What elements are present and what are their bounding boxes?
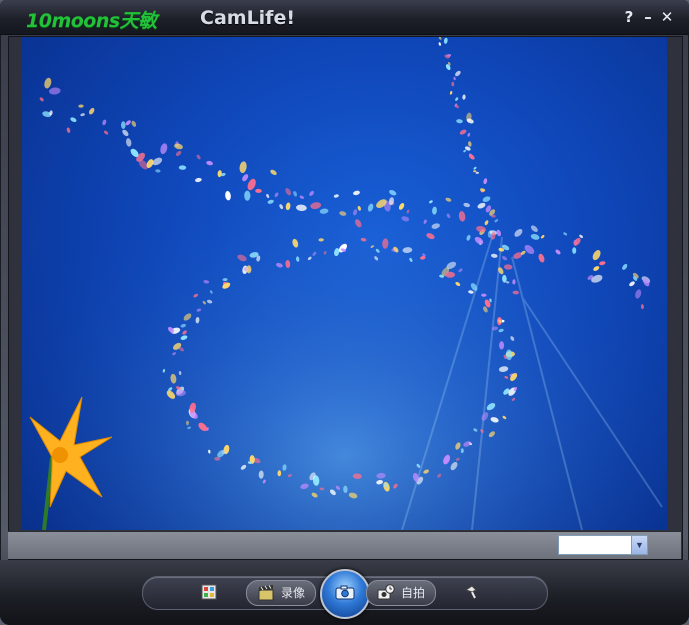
brand-logo: 10moons天敏 <box>26 10 157 32</box>
timer-camera-icon <box>377 584 395 602</box>
app-title: CamLife! <box>200 7 295 29</box>
clapperboard-icon <box>257 584 275 602</box>
help-button[interactable]: ? <box>621 8 637 26</box>
grid-view-icon[interactable] <box>200 583 218 601</box>
pin-tool-icon[interactable] <box>462 583 480 601</box>
app-window: 10moons天敏 CamLife! ? – ✕ ▼ 录像 自拍 <box>0 0 689 625</box>
title-bar[interactable]: 10moons天敏 CamLife! ? – ✕ <box>0 0 689 35</box>
capture-button[interactable] <box>320 569 370 619</box>
minimize-button[interactable]: – <box>640 8 656 26</box>
selftimer-button[interactable]: 自拍 <box>366 580 437 606</box>
resolution-dropdown[interactable]: ▼ <box>558 535 648 555</box>
close-button[interactable]: ✕ <box>659 8 675 26</box>
record-button[interactable]: 录像 <box>246 580 317 606</box>
selftimer-label: 自拍 <box>401 586 426 600</box>
camera-icon <box>335 585 355 600</box>
preview-image <box>22 37 667 530</box>
camera-preview[interactable] <box>22 37 667 530</box>
record-label: 录像 <box>281 586 306 600</box>
chevron-down-icon[interactable]: ▼ <box>631 536 647 554</box>
